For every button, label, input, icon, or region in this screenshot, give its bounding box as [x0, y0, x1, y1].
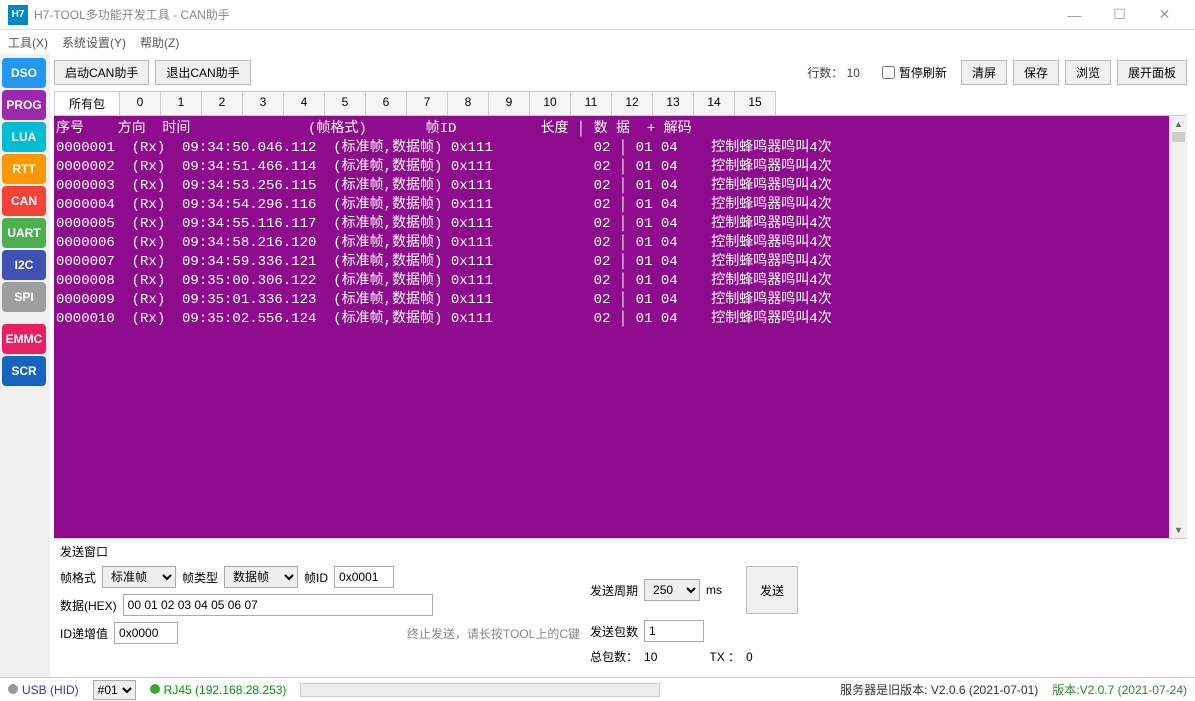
tabs: 所有包 0123456789101112131415 [54, 91, 1187, 116]
scroll-thumb[interactable] [1172, 132, 1185, 142]
frame-type-select[interactable]: 数据帧 [224, 566, 298, 588]
exit-can-button[interactable]: 退出CAN助手 [155, 60, 250, 85]
send-panel: 发送窗口 帧格式 标准帧 帧类型 数据帧 帧ID 数据(HEX) [54, 538, 1187, 677]
sidebar-item-scr[interactable]: SCR [2, 356, 46, 386]
main-area: DSOPROGLUARTTCANUARTI2CSPI EMMCSCR 启动CAN助… [0, 54, 1195, 677]
sidebar-item-can[interactable]: CAN [2, 186, 46, 216]
send-period-select[interactable]: 250 [644, 579, 700, 601]
frame-format-label: 帧格式 [60, 569, 96, 586]
menu-tools[interactable]: 工具(X) [8, 34, 48, 51]
maximize-icon[interactable]: ☐ [1097, 1, 1142, 29]
tab-4[interactable]: 4 [283, 91, 325, 115]
content: 启动CAN助手 退出CAN助手 行数： 10 暂停刷新 清屏 保存 浏览 展开面… [50, 54, 1195, 677]
usb-status: USB (HID) [8, 683, 79, 697]
id-increment-label: ID递增值 [60, 625, 108, 642]
browse-button[interactable]: 浏览 [1065, 60, 1111, 85]
clear-button[interactable]: 清屏 [961, 60, 1007, 85]
server-version: 服务器是旧版本: V2.0.6 (2021-07-01) [840, 681, 1038, 698]
data-view-wrap: 序号 方向 时间 (帧格式) 帧ID 长度 │ 数 据 + 解码 0000001… [54, 116, 1187, 538]
expand-panel-button[interactable]: 展开面板 [1117, 60, 1187, 85]
tab-1[interactable]: 1 [160, 91, 202, 115]
sidebar-item-i2c[interactable]: I2C [2, 250, 46, 280]
toolbar: 启动CAN助手 退出CAN助手 行数： 10 暂停刷新 清屏 保存 浏览 展开面… [54, 58, 1187, 91]
data-hex-label: 数据(HEX) [60, 597, 117, 614]
data-hex-input[interactable] [123, 594, 433, 616]
port-select[interactable]: #01 [93, 680, 136, 700]
total-packets-label: 总包数： [590, 648, 638, 665]
sidebar-item-emmc[interactable]: EMMC [2, 324, 46, 354]
scroll-down-icon[interactable]: ▼ [1170, 522, 1187, 538]
send-panel-title: 发送窗口 [60, 543, 1181, 560]
save-button[interactable]: 保存 [1013, 60, 1059, 85]
pause-refresh-checkbox[interactable]: 暂停刷新 [882, 64, 947, 81]
sidebar-item-dso[interactable]: DSO [2, 58, 46, 88]
sidebar-item-uart[interactable]: UART [2, 218, 46, 248]
minimize-icon[interactable]: — [1052, 1, 1097, 29]
total-packets-value: 10 [644, 650, 657, 664]
sidebar-item-lua[interactable]: LUA [2, 122, 46, 152]
menu-bar: 工具(X) 系统设置(Y) 帮助(Z) [0, 30, 1195, 54]
tab-14[interactable]: 14 [693, 91, 735, 115]
rj45-status: RJ45 (192.168.28.253) [150, 683, 287, 697]
status-bar: USB (HID) #01 RJ45 (192.168.28.253) 服务器是… [0, 677, 1195, 701]
scroll-up-icon[interactable]: ▲ [1170, 116, 1187, 132]
data-view: 序号 方向 时间 (帧格式) 帧ID 长度 │ 数 据 + 解码 0000001… [54, 116, 1169, 538]
app-version: 版本:V2.0.7 (2021-07-24) [1052, 681, 1187, 698]
tab-10[interactable]: 10 [529, 91, 571, 115]
rows-label: 行数： 10 [807, 64, 860, 81]
period-unit: ms [706, 583, 722, 597]
send-count-label: 发送包数 [590, 623, 638, 640]
send-count-input[interactable] [644, 620, 704, 642]
tab-3[interactable]: 3 [242, 91, 284, 115]
tab-6[interactable]: 6 [365, 91, 407, 115]
send-period-label: 发送周期 [590, 582, 638, 599]
tab-11[interactable]: 11 [570, 91, 612, 115]
start-can-button[interactable]: 启动CAN助手 [54, 60, 149, 85]
frame-id-input[interactable] [334, 566, 394, 588]
menu-help[interactable]: 帮助(Z) [140, 34, 179, 51]
app-icon: H7 [8, 5, 28, 25]
frame-type-label: 帧类型 [182, 569, 218, 586]
vertical-scrollbar[interactable]: ▲ ▼ [1169, 116, 1187, 538]
frame-id-label: 帧ID [304, 569, 328, 586]
tab-12[interactable]: 12 [611, 91, 653, 115]
tab-8[interactable]: 8 [447, 91, 489, 115]
tx-value: 0 [746, 650, 753, 664]
tab-13[interactable]: 13 [652, 91, 694, 115]
window-title: H7-TOOL多功能开发工具 - CAN助手 [34, 6, 1052, 23]
frame-format-select[interactable]: 标准帧 [102, 566, 176, 588]
tab-5[interactable]: 5 [324, 91, 366, 115]
tab-0[interactable]: 0 [119, 91, 161, 115]
menu-system[interactable]: 系统设置(Y) [62, 34, 126, 51]
window-controls: — ☐ ✕ [1052, 1, 1187, 29]
tab-9[interactable]: 9 [488, 91, 530, 115]
send-button[interactable]: 发送 [746, 566, 798, 614]
sidebar-item-prog[interactable]: PROG [2, 90, 46, 120]
tab-all[interactable]: 所有包 [54, 91, 120, 115]
tab-7[interactable]: 7 [406, 91, 448, 115]
tab-15[interactable]: 15 [734, 91, 776, 115]
close-icon[interactable]: ✕ [1142, 1, 1187, 29]
sidebar: DSOPROGLUARTTCANUARTI2CSPI EMMCSCR [0, 54, 50, 677]
id-increment-input[interactable] [114, 622, 178, 644]
sidebar-item-spi[interactable]: SPI [2, 282, 46, 312]
tab-2[interactable]: 2 [201, 91, 243, 115]
sidebar-item-rtt[interactable]: RTT [2, 154, 46, 184]
horizontal-scrollbar[interactable] [300, 683, 660, 697]
stop-hint: 终止发送，请长按TOOL上的C键 [407, 625, 580, 642]
title-bar: H7 H7-TOOL多功能开发工具 - CAN助手 — ☐ ✕ [0, 0, 1195, 30]
tx-label: TX ： [709, 648, 740, 665]
